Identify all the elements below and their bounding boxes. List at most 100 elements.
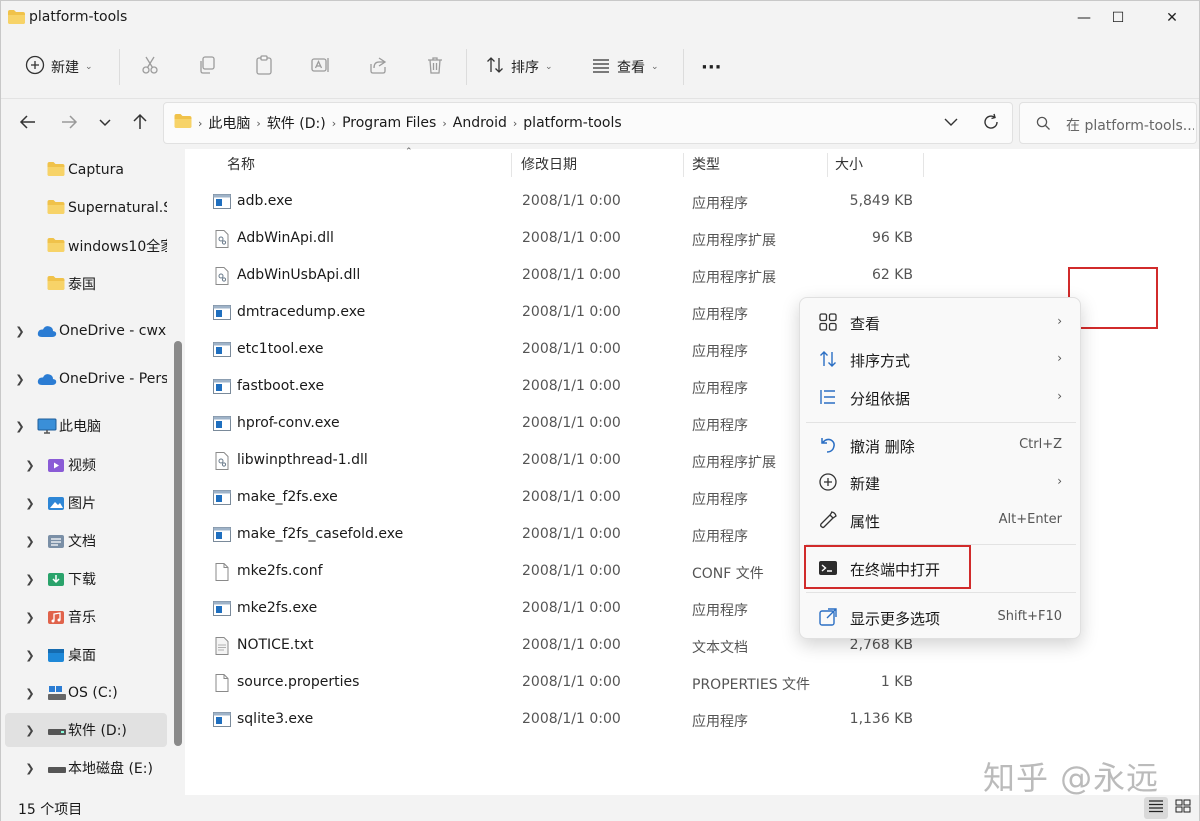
menu-item-properties[interactable]: 属性 Alt+Enter bbox=[806, 502, 1076, 538]
cut-button[interactable] bbox=[140, 51, 160, 83]
address-history-button[interactable] bbox=[944, 115, 958, 133]
window-title: platform-tools bbox=[29, 9, 128, 25]
chevron-right-icon: › bbox=[1057, 389, 1062, 403]
file-size: 5,849 KB bbox=[849, 193, 913, 209]
menu-item-new[interactable]: 新建 › bbox=[806, 464, 1076, 500]
nav-item-pictures[interactable]: ❯ 图片 bbox=[5, 486, 167, 520]
desktop-folder-icon bbox=[47, 647, 67, 663]
breadcrumb-android[interactable]: Android bbox=[453, 115, 507, 131]
nav-item-label: 图片 bbox=[68, 496, 96, 512]
details-view-button[interactable] bbox=[1144, 797, 1168, 819]
nav-item-windows10[interactable]: windows10全家 bbox=[5, 229, 167, 263]
share-icon bbox=[368, 55, 388, 79]
file-name: mke2fs.conf bbox=[237, 563, 323, 579]
table-row[interactable]: sqlite3.exe 2008/1/1 0:00 应用程序 1,136 KB bbox=[205, 702, 925, 738]
recent-locations-button[interactable] bbox=[92, 111, 118, 137]
up-button[interactable] bbox=[127, 111, 153, 137]
text-file-icon bbox=[213, 637, 231, 655]
column-divider[interactable] bbox=[923, 153, 924, 177]
column-divider[interactable] bbox=[511, 153, 512, 177]
more-options-button[interactable]: ··· bbox=[701, 51, 722, 83]
cloud-icon bbox=[37, 324, 57, 340]
column-divider[interactable] bbox=[827, 153, 828, 177]
nav-item-thailand[interactable]: 泰国 bbox=[5, 267, 167, 301]
breadcrumb-program-files[interactable]: Program Files bbox=[342, 115, 436, 131]
breadcrumb-this-pc[interactable]: 此电脑 bbox=[208, 113, 250, 133]
search-input[interactable]: 在 platform-tools... bbox=[1019, 102, 1197, 144]
file-name: NOTICE.txt bbox=[237, 637, 314, 653]
chevron-right-icon: ❯ bbox=[25, 572, 35, 586]
column-divider[interactable] bbox=[683, 153, 684, 177]
new-button[interactable]: 新建 ⌄ bbox=[25, 51, 93, 83]
nav-item-documents[interactable]: ❯ 文档 bbox=[5, 524, 167, 558]
maximize-button[interactable]: ☐ bbox=[1095, 1, 1141, 35]
nav-item-onedrive-personal[interactable]: ❯ OneDrive - Pers bbox=[5, 362, 167, 396]
nav-item-this-pc[interactable]: ❯ 此电脑 bbox=[5, 409, 167, 443]
close-button[interactable]: ✕ bbox=[1149, 1, 1195, 35]
chevron-down-icon bbox=[98, 115, 112, 133]
view-button[interactable]: 查看 ⌄ bbox=[591, 51, 659, 83]
nav-item-desktop[interactable]: ❯ 桌面 bbox=[5, 638, 167, 672]
table-row[interactable]: AdbWinUsbApi.dll 2008/1/1 0:00 应用程序扩展 62… bbox=[205, 258, 925, 294]
nav-scrollbar[interactable] bbox=[171, 149, 185, 795]
nav-item-drive-c[interactable]: ❯ OS (C:) bbox=[5, 676, 167, 710]
share-button[interactable] bbox=[368, 51, 388, 83]
nav-item-videos[interactable]: ❯ 视频 bbox=[5, 448, 167, 482]
column-header-size[interactable]: 大小 bbox=[835, 149, 915, 179]
details-view-icon bbox=[1148, 799, 1164, 817]
table-row[interactable]: AdbWinApi.dll 2008/1/1 0:00 应用程序扩展 96 KB bbox=[205, 221, 925, 257]
chevron-right-icon: ❯ bbox=[25, 534, 35, 548]
copy-button[interactable] bbox=[197, 51, 217, 83]
file-name: hprof-conv.exe bbox=[237, 415, 340, 431]
breadcrumb-drive-d[interactable]: 软件 (D:) bbox=[267, 113, 326, 133]
menu-item-show-more-options[interactable]: 显示更多选项 Shift+F10 bbox=[806, 599, 1076, 635]
nav-item-label: 泰国 bbox=[68, 277, 96, 293]
annotation-box bbox=[1068, 267, 1158, 329]
refresh-button[interactable] bbox=[982, 113, 1000, 135]
table-row[interactable]: adb.exe 2008/1/1 0:00 应用程序 5,849 KB bbox=[205, 184, 925, 220]
nav-item-onedrive-work[interactable]: ❯ OneDrive - cwx5 bbox=[5, 314, 167, 348]
nav-item-supernatural[interactable]: Supernatural.S bbox=[5, 191, 167, 225]
plus-circle-icon bbox=[25, 55, 45, 79]
back-button[interactable] bbox=[15, 111, 41, 137]
command-bar: 新建 ⌄ 排序 ⌄ 查看 ⌄ ··· bbox=[1, 35, 1199, 99]
file-name: adb.exe bbox=[237, 193, 293, 209]
breadcrumb-platform-tools[interactable]: platform-tools bbox=[523, 115, 621, 131]
title-bar[interactable]: platform-tools — ☐ ✕ bbox=[1, 1, 1199, 35]
menu-item-view[interactable]: 查看 › bbox=[806, 304, 1076, 340]
menu-item-label: 排序方式 bbox=[850, 352, 911, 370]
nav-item-drive-d[interactable]: ❯ 软件 (D:) bbox=[5, 713, 167, 747]
chevron-right-icon: ❯ bbox=[25, 610, 35, 624]
address-bar[interactable]: › 此电脑 › 软件 (D:) › Program Files › Androi… bbox=[163, 102, 1013, 144]
table-row[interactable]: source.properties 2008/1/1 0:00 PROPERTI… bbox=[205, 665, 925, 701]
file-icon bbox=[213, 563, 231, 581]
breadcrumb-separator: › bbox=[512, 116, 518, 130]
file-name: source.properties bbox=[237, 674, 360, 690]
nav-scrollbar-thumb[interactable] bbox=[174, 341, 182, 746]
file-date: 2008/1/1 0:00 bbox=[522, 674, 621, 690]
folder-icon bbox=[47, 238, 67, 254]
column-header-type[interactable]: 类型 bbox=[692, 149, 822, 179]
paste-button[interactable] bbox=[254, 51, 274, 83]
nav-item-captura[interactable]: Captura bbox=[5, 153, 167, 187]
rename-button[interactable] bbox=[311, 51, 331, 83]
delete-button[interactable] bbox=[425, 51, 445, 83]
chevron-down-icon bbox=[944, 117, 958, 133]
menu-item-sort-by[interactable]: 排序方式 › bbox=[806, 341, 1076, 377]
chevron-right-icon: ❯ bbox=[25, 723, 35, 737]
chevron-right-icon: ❯ bbox=[25, 648, 35, 662]
menu-item-group-by[interactable]: 分组依据 › bbox=[806, 379, 1076, 415]
nav-item-drive-e[interactable]: ❯ 本地磁盘 (E:) bbox=[5, 751, 167, 785]
forward-button[interactable] bbox=[56, 111, 82, 137]
file-date: 2008/1/1 0:00 bbox=[522, 267, 621, 283]
nav-item-music[interactable]: ❯ 音乐 bbox=[5, 600, 167, 634]
column-header-date[interactable]: 修改日期 bbox=[521, 149, 681, 179]
sort-button[interactable]: 排序 ⌄ bbox=[485, 51, 553, 83]
tiles-view-button[interactable] bbox=[1171, 797, 1195, 819]
file-date: 2008/1/1 0:00 bbox=[522, 489, 621, 505]
file-date: 2008/1/1 0:00 bbox=[522, 637, 621, 653]
menu-item-undo-delete[interactable]: 撤消 删除 Ctrl+Z bbox=[806, 427, 1076, 463]
nav-item-downloads[interactable]: ❯ 下载 bbox=[5, 562, 167, 596]
column-header-name[interactable]: 名称 ⌃ bbox=[227, 147, 511, 179]
file-type: 应用程序 bbox=[692, 344, 748, 360]
